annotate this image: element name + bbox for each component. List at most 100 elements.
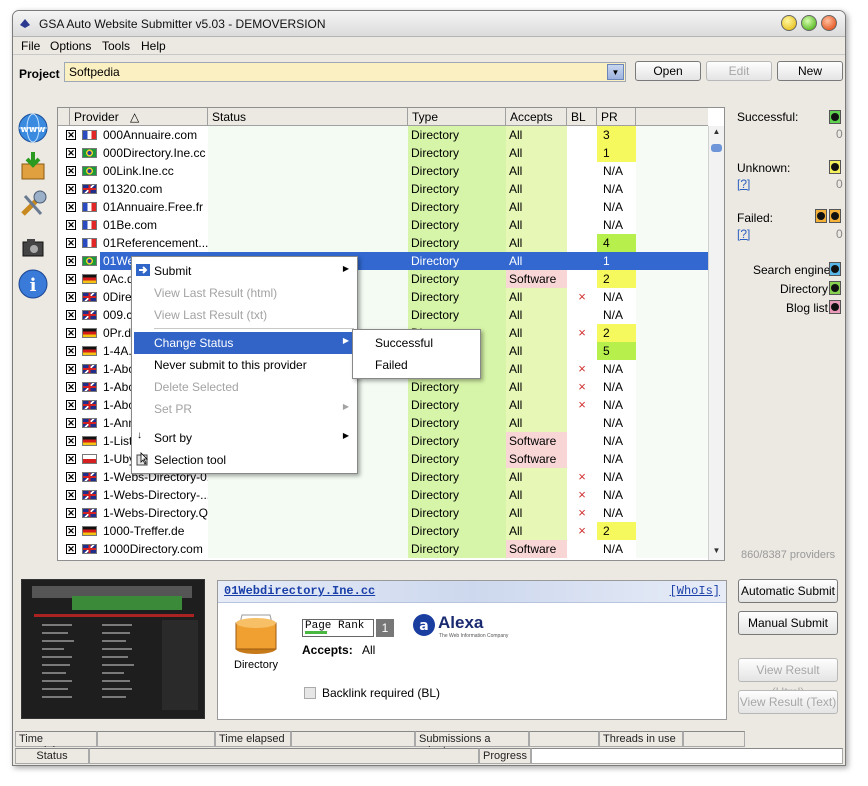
- header-accepts[interactable]: Accepts: [506, 108, 567, 126]
- table-row[interactable]: ✕ 01Referencement.... Directory All 4: [58, 234, 708, 252]
- row-checkbox[interactable]: ✕: [66, 346, 76, 356]
- table-row[interactable]: ✕ 01Annuaire.Free.fr Directory All N/A: [58, 198, 708, 216]
- row-checkbox[interactable]: ✕: [66, 508, 76, 518]
- menu-item-view-txt[interactable]: View Last Result (txt): [154, 308, 267, 322]
- vertical-scrollbar[interactable]: ▲ ▼: [708, 126, 724, 560]
- header-status[interactable]: Status: [208, 108, 408, 126]
- row-checkbox[interactable]: ✕: [66, 454, 76, 464]
- provider-status: [208, 540, 408, 558]
- row-checkbox[interactable]: ✕: [66, 490, 76, 500]
- download-box-icon[interactable]: [17, 150, 49, 182]
- table-row[interactable]: ✕ 00Link.Ine.cc Directory All N/A: [58, 162, 708, 180]
- new-button[interactable]: New: [777, 61, 843, 81]
- submenu-item-failed[interactable]: Failed: [375, 358, 408, 372]
- table-row[interactable]: ✕ 1-Webs-Directory.Q... Directory All × N/A: [58, 504, 708, 522]
- menu-item-set-pr[interactable]: Set PR: [154, 402, 192, 416]
- failed-help-link[interactable]: [?]: [737, 227, 750, 241]
- menu-item-never-submit[interactable]: Never submit to this provider: [154, 358, 307, 372]
- row-checkbox[interactable]: ✕: [66, 328, 76, 338]
- provider-bl: [567, 234, 597, 252]
- country-flag-icon: [82, 328, 97, 338]
- provider-type: Directory: [408, 162, 506, 180]
- table-row[interactable]: ✕ 1000-Treffer.de Directory All × 2: [58, 522, 708, 540]
- www-globe-icon[interactable]: www: [17, 112, 49, 144]
- row-checkbox[interactable]: ✕: [66, 238, 76, 248]
- row-checkbox[interactable]: ✕: [66, 184, 76, 194]
- row-checkbox[interactable]: ✕: [66, 292, 76, 302]
- unknown-help-link[interactable]: [?]: [737, 177, 750, 191]
- row-filler: [636, 432, 708, 450]
- project-combobox[interactable]: Softpedia ▼: [64, 62, 626, 82]
- menu-file[interactable]: File: [21, 39, 40, 53]
- alexa-wordmark: Alexa: [438, 613, 484, 632]
- table-row[interactable]: ✕ 1000Directory.com Directory Software N/A: [58, 540, 708, 558]
- backlink-checkbox[interactable]: [304, 687, 316, 699]
- table-row[interactable]: ✕ 01320.com Directory All N/A: [58, 180, 708, 198]
- title-bar[interactable]: GSA Auto Website Submitter v5.03 - DEMOV…: [13, 11, 845, 37]
- menu-item-selection-tool[interactable]: Selection tool: [154, 453, 226, 467]
- provider-accepts: All: [506, 360, 567, 378]
- close-button[interactable]: [821, 15, 837, 31]
- search-engine-indicator[interactable]: [829, 262, 841, 276]
- edit-button[interactable]: Edit: [706, 61, 772, 81]
- menu-item-submit[interactable]: Submit: [154, 264, 191, 278]
- row-checkbox[interactable]: ✕: [66, 472, 76, 482]
- row-checkbox[interactable]: ✕: [66, 364, 76, 374]
- folder-camera-icon[interactable]: [17, 232, 49, 264]
- automatic-submit-button[interactable]: Automatic Submit: [738, 579, 838, 603]
- blog-list-indicator[interactable]: [829, 300, 841, 314]
- menu-item-delete-selected[interactable]: Delete Selected: [154, 380, 239, 394]
- row-checkbox[interactable]: ✕: [66, 148, 76, 158]
- row-checkbox[interactable]: ✕: [66, 382, 76, 392]
- tools-wrench-icon[interactable]: [17, 188, 49, 220]
- provider-status: [208, 126, 408, 144]
- row-checkbox[interactable]: ✕: [66, 256, 76, 266]
- directory-indicator[interactable]: [829, 281, 841, 295]
- row-filler: [636, 486, 708, 504]
- row-checkbox[interactable]: ✕: [66, 274, 76, 284]
- manual-submit-button[interactable]: Manual Submit: [738, 611, 838, 635]
- row-checkbox[interactable]: ✕: [66, 166, 76, 176]
- chevron-down-icon[interactable]: ▼: [607, 64, 624, 80]
- row-checkbox[interactable]: ✕: [66, 220, 76, 230]
- info-icon[interactable]: i: [17, 268, 49, 300]
- minimize-button[interactable]: [781, 15, 797, 31]
- header-type[interactable]: Type: [408, 108, 506, 126]
- row-checkbox[interactable]: ✕: [66, 202, 76, 212]
- row-checkbox[interactable]: ✕: [66, 310, 76, 320]
- provider-name: 1000-Treffer.de: [100, 522, 208, 540]
- row-filler: [636, 396, 708, 414]
- row-checkbox[interactable]: ✕: [66, 130, 76, 140]
- table-row[interactable]: ✕ 1-Webs-Directory-... Directory All × N/A: [58, 486, 708, 504]
- view-result-html-button[interactable]: View Result (Html): [738, 658, 838, 699]
- header-pr[interactable]: PR: [597, 108, 636, 126]
- row-checkbox[interactable]: ✕: [66, 418, 76, 428]
- menu-item-view-html[interactable]: View Last Result (html): [154, 286, 277, 300]
- submenu-item-successful[interactable]: Successful: [375, 336, 433, 350]
- scroll-thumb[interactable]: [711, 144, 722, 152]
- table-row[interactable]: ✕ 000Annuaire.com Directory All 3: [58, 126, 708, 144]
- row-checkbox[interactable]: ✕: [66, 526, 76, 536]
- scroll-down-icon[interactable]: ▼: [710, 546, 723, 559]
- menu-item-sort-by[interactable]: Sort by: [154, 431, 192, 445]
- scroll-up-icon[interactable]: ▲: [710, 127, 723, 140]
- open-button[interactable]: Open: [635, 61, 701, 81]
- table-row[interactable]: ✕ 01Be.com Directory All N/A: [58, 216, 708, 234]
- row-checkbox[interactable]: ✕: [66, 436, 76, 446]
- provider-pr: N/A: [597, 198, 636, 216]
- provider-status: [208, 486, 408, 504]
- whois-link[interactable]: [WhoIs]: [670, 584, 720, 598]
- view-result-text-button[interactable]: View Result (Text): [738, 690, 838, 714]
- menu-help[interactable]: Help: [141, 39, 166, 53]
- menu-options[interactable]: Options: [50, 39, 91, 53]
- provider-name-link[interactable]: 01Webdirectory.Ine.cc: [224, 584, 375, 598]
- row-checkbox[interactable]: ✕: [66, 544, 76, 554]
- header-provider[interactable]: Provider △: [70, 108, 208, 126]
- header-bl[interactable]: BL: [567, 108, 597, 126]
- row-checkbox[interactable]: ✕: [66, 400, 76, 410]
- provider-accepts: All: [506, 288, 567, 306]
- table-row[interactable]: ✕ 000Directory.Ine.cc Directory All 1: [58, 144, 708, 162]
- maximize-button[interactable]: [801, 15, 817, 31]
- menu-tools[interactable]: Tools: [102, 39, 130, 53]
- menu-item-change-status[interactable]: Change Status: [154, 336, 233, 350]
